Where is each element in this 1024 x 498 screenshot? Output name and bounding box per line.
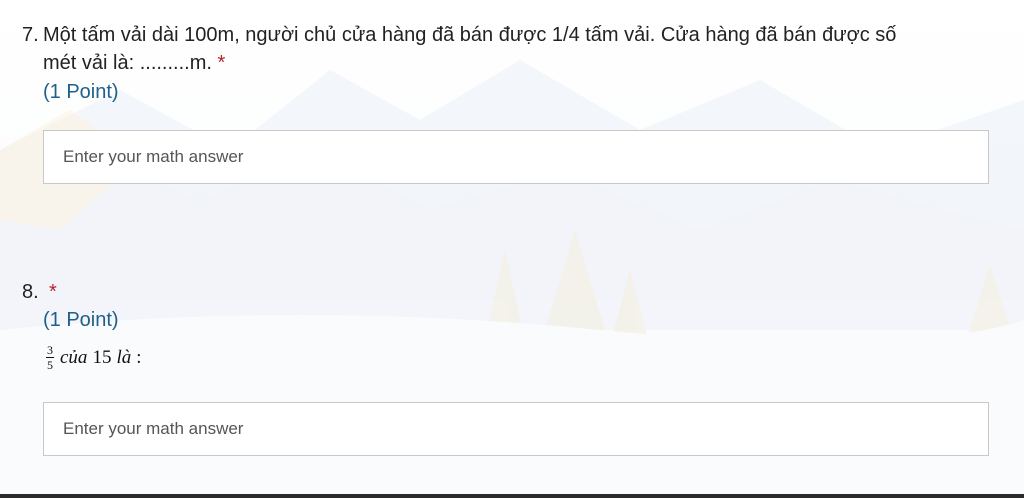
math-colon: : xyxy=(136,346,142,368)
required-asterisk: * xyxy=(49,281,57,303)
question-8-answer-input[interactable] xyxy=(43,402,989,456)
fraction: 3 5 xyxy=(46,344,54,371)
question-7-text-line-2: mét vải là: .........m. * xyxy=(43,49,225,77)
question-7-points: (1 Point) xyxy=(43,81,119,103)
question-8-points: (1 Point) xyxy=(43,309,119,331)
question-7-answer-input[interactable] xyxy=(43,130,989,184)
question-7-text-line-1: Một tấm vải dài 100m, người chủ cửa hàng… xyxy=(43,24,897,46)
math-word-la: là xyxy=(116,346,132,368)
question-7-text-line-2-content: mét vải là: .........m. xyxy=(43,52,212,74)
fraction-denominator: 5 xyxy=(47,358,53,372)
math-number: 15 xyxy=(92,346,112,368)
bottom-divider xyxy=(0,494,1024,498)
required-asterisk: * xyxy=(217,52,226,74)
fraction-numerator: 3 xyxy=(47,343,53,357)
question-8-math-expression: 3 5 của 15 là : xyxy=(46,344,142,371)
math-word-cua: của xyxy=(60,346,88,368)
question-7-number: 7. xyxy=(22,24,39,46)
question-8-number: 8. xyxy=(22,281,39,303)
